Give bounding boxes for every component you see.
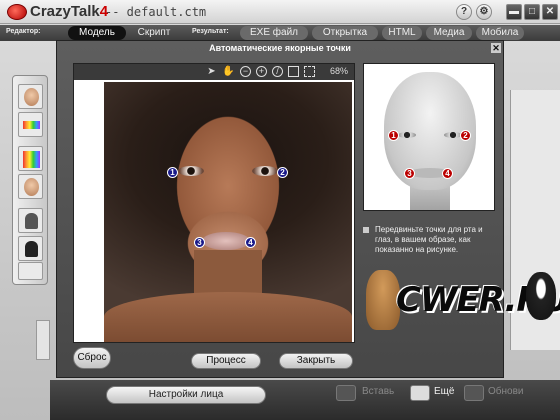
tab-postcard[interactable]: Открытка <box>312 26 378 40</box>
app-window: CrazyTalk4 -- default.ctm ? ⚙ ▬ □ ✕ Реда… <box>0 0 560 420</box>
photo-lips <box>202 232 250 250</box>
tab-script[interactable]: Скрипт <box>128 26 180 40</box>
editor-label: Редактор: <box>6 28 41 35</box>
reference-panel: 1 2 3 4 <box>363 63 495 211</box>
reset-button[interactable]: Сброс <box>73 347 111 369</box>
mode-bar: Редактор: Модель Скрипт Результат: EXE ф… <box>0 25 560 41</box>
tab-media[interactable]: Медиа <box>426 26 472 40</box>
pointer-icon[interactable]: ➤ <box>206 66 217 77</box>
insert-button[interactable]: Вставь <box>362 386 394 397</box>
update-button[interactable]: Обнови <box>488 386 524 397</box>
dialog-close-icon[interactable]: ✕ <box>491 43 501 53</box>
maximize-button[interactable]: □ <box>524 4 540 20</box>
fit-icon[interactable] <box>288 66 299 77</box>
user-icon <box>25 241 38 257</box>
close-window-button[interactable]: ✕ <box>542 4 558 20</box>
cat-icon <box>526 272 556 320</box>
reference-marker: 4 <box>442 168 453 179</box>
actual-size-icon[interactable] <box>304 66 315 77</box>
coyote-icon <box>366 270 400 330</box>
mask-tool[interactable] <box>18 208 43 233</box>
reference-marker: 2 <box>460 130 471 141</box>
instruction-text: Передвиньте точки для рта и глаз, в ваше… <box>375 225 483 254</box>
anchor-marker[interactable]: 1 <box>167 167 178 178</box>
result-label: Результат: <box>192 28 229 35</box>
face-icon <box>24 88 39 106</box>
brush-icon <box>23 121 40 129</box>
photo-left-eye <box>178 166 204 176</box>
brush-tool[interactable] <box>18 112 43 137</box>
close-button[interactable]: Закрыть <box>279 353 353 369</box>
tab-html[interactable]: HTML <box>382 26 422 40</box>
zoom-level: 68% <box>330 66 349 76</box>
tool-strip <box>12 75 48 285</box>
photo-right-eye <box>252 166 278 176</box>
no-icon[interactable]: / <box>272 66 283 77</box>
anchor-marker[interactable]: 3 <box>194 237 205 248</box>
zoom-out-icon[interactable]: − <box>240 66 251 77</box>
background-tool[interactable] <box>18 236 43 261</box>
zoom-in-icon[interactable]: + <box>256 66 267 77</box>
insert-icon[interactable] <box>336 385 356 401</box>
undo-redo-tool[interactable] <box>18 262 43 280</box>
watermark: CWER.RU <box>366 270 560 340</box>
palette-icon <box>23 151 40 168</box>
logo-icon <box>7 4 27 20</box>
anchor-marker[interactable]: 2 <box>277 167 288 178</box>
head-icon <box>24 178 39 196</box>
anchor-marker[interactable]: 4 <box>245 237 256 248</box>
face-photo: 1 2 3 4 <box>104 82 352 342</box>
tab-model[interactable]: Модель <box>68 26 126 40</box>
tab-mobile[interactable]: Мобила <box>476 26 524 40</box>
dialog-title: Автоматические якорные точки <box>209 43 351 53</box>
reference-marker: 3 <box>404 168 415 179</box>
settings-button[interactable]: ⚙ <box>476 4 492 20</box>
more-icon[interactable] <box>410 385 430 401</box>
reference-marker: 1 <box>388 130 399 141</box>
document-title: -- default.ctm <box>105 5 207 19</box>
app-logo: CrazyTalk4 <box>30 3 108 20</box>
left-slot <box>36 320 50 360</box>
face-import-tool[interactable] <box>18 84 43 109</box>
logo-main: CrazyTalk <box>30 3 100 20</box>
update-icon[interactable] <box>464 385 484 401</box>
reference-left-eye <box>398 132 416 138</box>
head-tool[interactable] <box>18 174 43 199</box>
tab-exe[interactable]: EXE файл <box>240 26 308 40</box>
hand-icon[interactable]: ✋ <box>222 66 234 77</box>
title-bar: CrazyTalk4 -- default.ctm ? ⚙ ▬ □ ✕ <box>0 0 560 24</box>
photo-viewer: ➤ ✋ − + / 68% 1 2 3 4 <box>73 63 355 343</box>
color-tool[interactable] <box>18 146 43 171</box>
photo-shoulders <box>104 292 352 342</box>
process-button[interactable]: Процесс <box>191 353 261 369</box>
face-settings-button[interactable]: Настройки лица <box>106 386 266 404</box>
mask-icon <box>25 213 38 229</box>
minimize-button[interactable]: ▬ <box>506 4 522 20</box>
more-button[interactable]: Ещё <box>434 386 454 397</box>
help-button[interactable]: ? <box>456 4 472 20</box>
viewer-toolbar: ➤ ✋ − + / 68% <box>74 64 354 80</box>
